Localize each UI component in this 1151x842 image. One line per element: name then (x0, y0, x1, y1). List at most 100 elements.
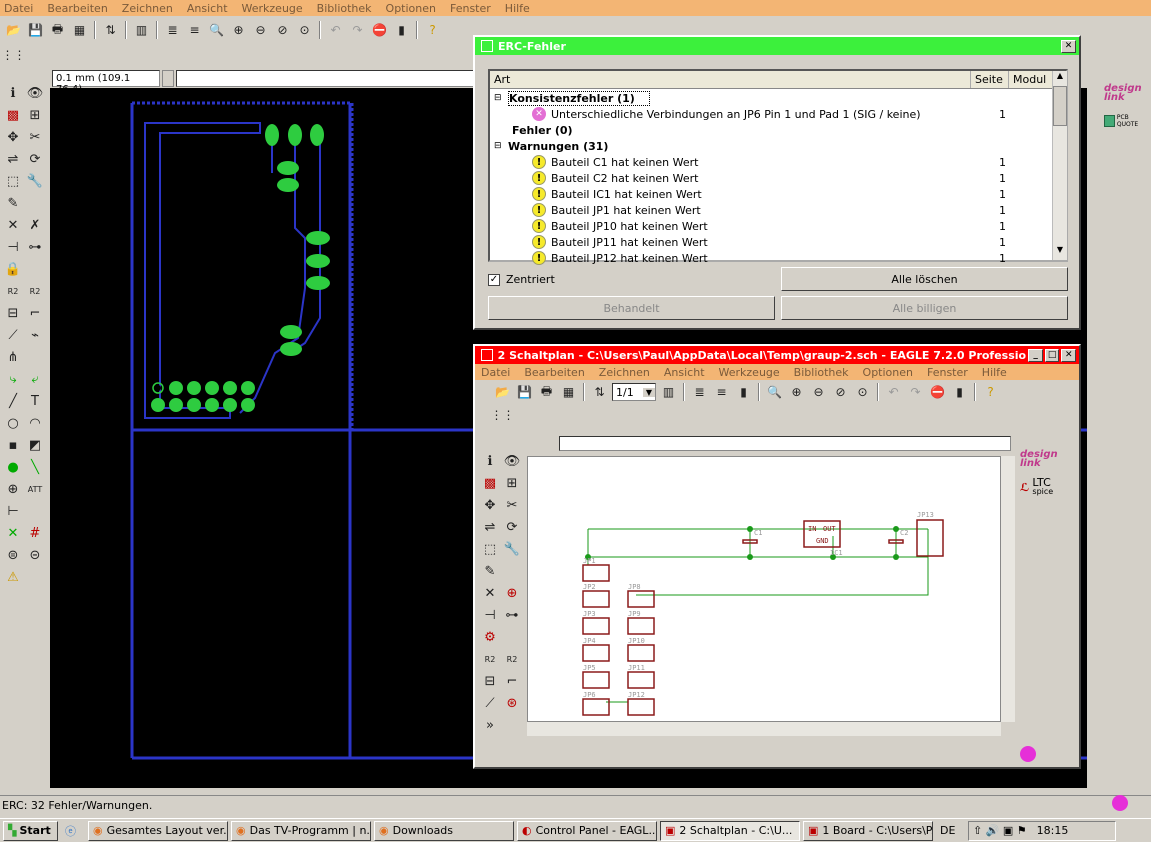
warning-row[interactable]: ! Bauteil C2 hat keinen Wert 1 (494, 170, 1052, 186)
auto-icon[interactable]: # (24, 522, 46, 544)
attribute-icon[interactable]: ATT (24, 478, 46, 500)
sheet-select[interactable]: 1/1 ▼ (612, 383, 656, 401)
start-button[interactable]: ▚ Start (3, 820, 58, 841)
value-icon[interactable]: R2 (24, 280, 46, 302)
schematic-canvas[interactable]: IN OUT GND C1 C2 IC1 JP13 JP1 JP2 JP3 JP… (527, 456, 1001, 722)
script-icon[interactable]: ≣ (163, 21, 182, 40)
smash-icon[interactable]: ⊟ (479, 670, 501, 692)
go2-icon[interactable]: ▮ (950, 383, 969, 402)
gateswap-icon[interactable]: ⚙ (479, 626, 501, 648)
undo-icon[interactable]: ↶ (326, 21, 345, 40)
schematic-hscroll[interactable] (527, 722, 1001, 736)
designlink-logo[interactable]: design link (1104, 84, 1148, 103)
paste-icon[interactable]: ✎ (2, 192, 24, 214)
change-icon[interactable]: 🔧 (24, 170, 46, 192)
taskbar-item[interactable]: ◉ Gesamtes Layout ver... (88, 820, 228, 841)
add-icon[interactable]: ⊕ (501, 582, 523, 604)
quicklaunch-ie[interactable]: ⓔ (61, 821, 85, 841)
warning-row[interactable]: ! Bauteil JP12 hat keinen Wert 1 (494, 250, 1052, 266)
warning-row[interactable]: ! Bauteil JP10 hat keinen Wert 1 (494, 218, 1052, 234)
menu-item-3[interactable]: Ansicht (187, 2, 228, 15)
zoom-in-icon[interactable]: ⊕ (787, 383, 806, 402)
group-icon[interactable]: ⬚ (479, 538, 501, 560)
grid-icon[interactable]: ⋮⋮ (491, 406, 515, 425)
schematic-titlebar[interactable]: 2 Schaltplan - C:\Users\Paul\AppData\Loc… (475, 346, 1079, 364)
col-art[interactable]: Art (490, 71, 971, 88)
menu-item-0[interactable]: Datei (4, 2, 33, 15)
layer-select[interactable] (162, 70, 174, 87)
help-icon[interactable]: ? (981, 383, 1000, 402)
change-icon[interactable]: 🔧 (501, 538, 523, 560)
grid-icon[interactable]: ⋮⋮ (2, 46, 26, 65)
rect-icon[interactable]: ▪ (2, 434, 24, 456)
zentriert-checkbox[interactable]: ✓ Zentriert (488, 273, 555, 286)
ulp-icon[interactable]: ≡ (712, 383, 731, 402)
zoom-select-icon[interactable]: ⊙ (295, 21, 314, 40)
display-icon[interactable]: ▩ (479, 472, 501, 494)
menu-item-4[interactable]: Werkzeuge (719, 366, 780, 379)
save-icon[interactable]: 💾 (515, 383, 534, 402)
group-warnungen[interactable]: ⊟ Warnungen (31) (494, 138, 1052, 154)
schematic-designlink-logo[interactable]: design link (1020, 450, 1064, 469)
schematic-vscroll[interactable] (1001, 456, 1015, 722)
go-icon[interactable]: ▮ (734, 383, 753, 402)
scroll-up-icon[interactable]: ▲ (1053, 71, 1067, 86)
dropdown-icon[interactable]: ▼ (643, 387, 655, 397)
checkbox-icon[interactable]: ✓ (488, 273, 500, 286)
collapse-icon[interactable]: ⊟ (494, 141, 508, 151)
menu-item-8[interactable]: Hilfe (505, 2, 530, 15)
via-icon[interactable]: ● (2, 456, 24, 478)
menu-item-6[interactable]: Optionen (863, 366, 913, 379)
warning-row[interactable]: ! Bauteil IC1 hat keinen Wert 1 (494, 186, 1052, 202)
zoom-fit-icon[interactable]: 🔍 (765, 383, 784, 402)
behandelt-button[interactable]: Behandelt (488, 296, 775, 320)
show-icon[interactable]: 👁 (24, 82, 46, 104)
ripup-icon[interactable]: ✗ (24, 214, 46, 236)
minimize-icon[interactable]: _ (1028, 348, 1043, 362)
group-icon[interactable]: ⬚ (2, 170, 24, 192)
zoom-select-icon[interactable]: ⊙ (853, 383, 872, 402)
pcbquote-logo[interactable]: PCB QUOTE (1104, 114, 1148, 128)
menu-item-4[interactable]: Werkzeuge (242, 2, 303, 15)
col-modul[interactable]: Modul (1009, 71, 1052, 88)
menu-item-2[interactable]: Zeichnen (599, 366, 650, 379)
taskbar-item[interactable]: ▣ 2 Schaltplan - C:\U... (660, 820, 800, 841)
move-icon[interactable]: ✥ (479, 494, 501, 516)
more-tools-icon[interactable]: » (479, 714, 501, 736)
name-icon[interactable]: R2 (479, 648, 501, 670)
text-icon[interactable]: T (24, 390, 46, 412)
alle-loeschen-button[interactable]: Alle löschen (781, 267, 1068, 291)
errors-icon[interactable]: ⚠ (2, 566, 24, 588)
save-icon[interactable]: 💾 (26, 21, 45, 40)
zoom-out-icon[interactable]: ⊖ (251, 21, 270, 40)
menu-item-7[interactable]: Fenster (927, 366, 968, 379)
switch-board-icon[interactable]: ⇅ (590, 383, 609, 402)
pinswap-icon[interactable]: ⊣ (479, 604, 501, 626)
library-icon[interactable]: ▥ (132, 21, 151, 40)
ratsnest-icon[interactable]: ✕ (2, 522, 24, 544)
circle-icon[interactable]: ○ (2, 412, 24, 434)
warning-row[interactable]: ! Bauteil JP1 hat keinen Wert 1 (494, 202, 1052, 218)
split-icon[interactable]: ⊣ (2, 236, 24, 258)
dimension-icon[interactable]: ⊢ (2, 500, 24, 522)
print-icon[interactable]: 🖶 (537, 383, 556, 402)
close-icon[interactable]: ✕ (1061, 39, 1076, 53)
library-icon[interactable]: ▥ (659, 383, 678, 402)
collapse-icon[interactable]: ⊟ (494, 93, 508, 103)
show-icon[interactable]: 👁 (501, 450, 523, 472)
mirror-icon[interactable]: ⇌ (2, 148, 24, 170)
erc-scrollbar[interactable]: ▲ ▼ (1052, 71, 1067, 260)
new-folder-icon[interactable]: 📂 (4, 21, 23, 40)
menu-item-5[interactable]: Bibliothek (317, 2, 372, 15)
alle-billigen-button[interactable]: Alle billigen (781, 296, 1068, 320)
autoroute-icon[interactable]: ⌁ (24, 324, 46, 346)
help-icon[interactable]: ? (423, 21, 442, 40)
schematic-command-line[interactable] (559, 436, 1011, 451)
zoom-out-icon[interactable]: ⊖ (809, 383, 828, 402)
optimize-icon[interactable]: ⊶ (24, 236, 46, 258)
menu-item-5[interactable]: Bibliothek (794, 366, 849, 379)
polygon-icon[interactable]: ◩ (24, 434, 46, 456)
redo-icon[interactable]: ↷ (348, 21, 367, 40)
stop-icon[interactable]: ⛔ (370, 21, 389, 40)
menu-item-1[interactable]: Bearbeiten (524, 366, 584, 379)
